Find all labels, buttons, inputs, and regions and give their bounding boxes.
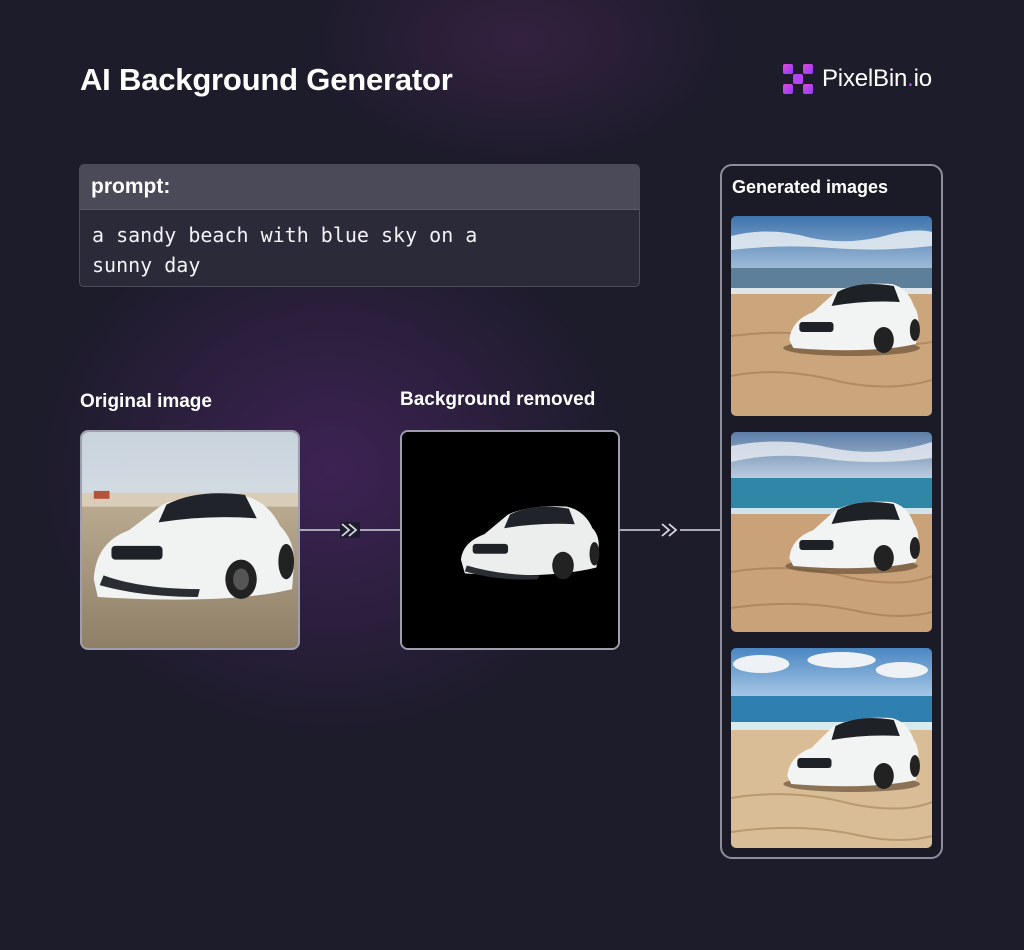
generated-image-3 [731,648,932,848]
logo-wordmark: PixelBin.io [822,65,932,93]
generated-images-title: Generated images [732,177,889,197]
prompt-text: a sandy beach with blue sky on a sunny d… [92,223,478,277]
double-chevron-right-icon [660,522,680,538]
generated-image-2 [731,432,932,632]
prompt-label: prompt: [80,165,639,210]
double-chevron-right-icon [340,522,360,538]
prompt-box: prompt: a sandy beach with blue sky on a… [79,164,640,287]
original-image [80,430,300,650]
pixelbin-logo: PixelBin.io [782,63,932,95]
background-removed-label: Background removed [400,389,596,410]
logo-name: PixelBin [822,65,908,92]
pixelbin-x-icon [783,64,813,94]
original-image-label: Original image [80,391,212,412]
background-removed-image [400,430,620,650]
logo-tld: io [913,65,932,92]
page-title: AI Background Generator [80,62,453,97]
generated-image-1 [731,216,932,416]
